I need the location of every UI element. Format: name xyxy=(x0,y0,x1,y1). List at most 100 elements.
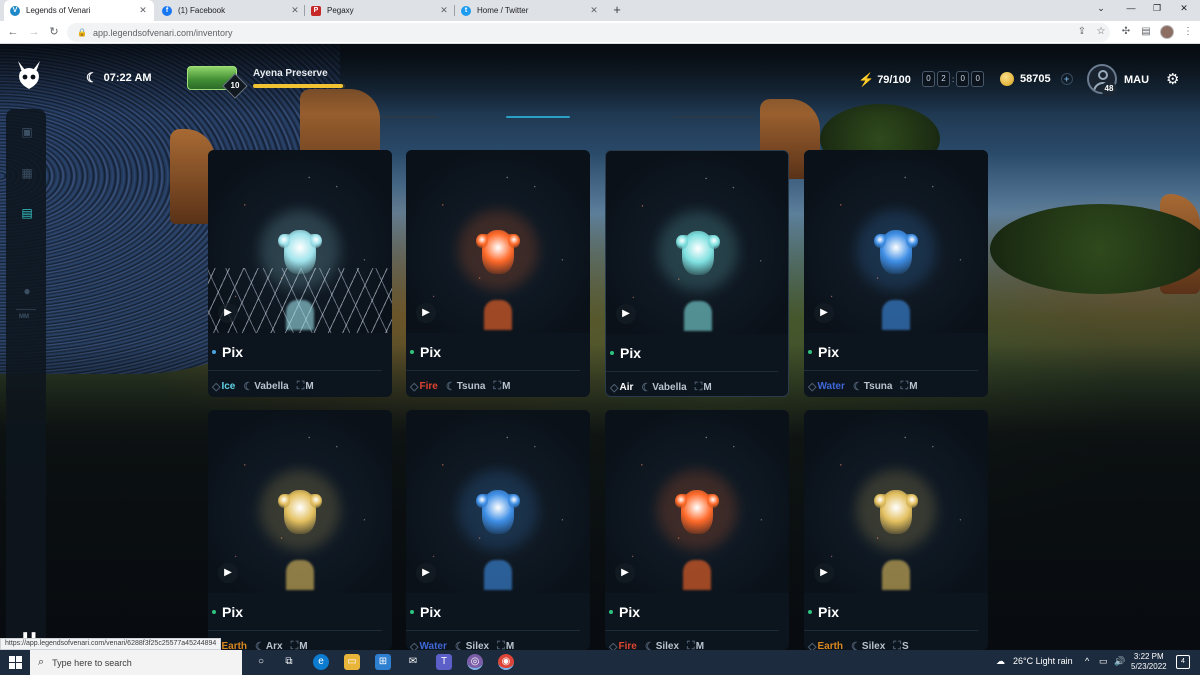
taskbar-clock[interactable]: 3:22 PM 5/23/2022 xyxy=(1131,652,1167,672)
chrome-icon[interactable]: ◉ xyxy=(498,654,514,670)
network-icon[interactable]: ▭ xyxy=(1099,656,1108,667)
card-attributes: ◇ Air ☾ Vabella ⛶ M xyxy=(606,372,788,396)
size-frame-icon: ⛶ xyxy=(893,639,901,651)
play-icon[interactable]: ▶ xyxy=(218,303,238,323)
minimize-icon[interactable]: — xyxy=(1124,3,1138,13)
status-dot xyxy=(610,350,614,355)
location-pin-icon[interactable]: ● xyxy=(20,284,34,298)
reload-icon[interactable]: ↻ xyxy=(47,25,61,39)
section-tab-indicator-active[interactable] xyxy=(506,116,570,118)
file-explorer-icon[interactable]: ▭ xyxy=(344,654,360,670)
extensions-puzzle-icon[interactable]: ✣ xyxy=(1120,26,1132,38)
tab-legends-of-venari[interactable]: V Legends of Venari ✕ xyxy=(4,0,154,21)
creature-card[interactable]: ▶ Pix ◇ Fire ☾ Silex ⛶ M xyxy=(605,410,789,650)
store-icon[interactable]: ⊞ xyxy=(375,654,391,670)
timer-digit: 0 xyxy=(922,71,935,87)
creature-reflection xyxy=(684,301,712,331)
creature-card[interactable]: ▶ Pix ◇ Water ☾ Tsuna ⛶ M xyxy=(804,150,988,397)
cortana-icon[interactable]: ○ xyxy=(253,654,269,670)
close-tab-icon[interactable]: ✕ xyxy=(290,5,300,16)
creature-card[interactable]: ▶ Pix ◇ Fire ☾ Tsuna ⛶ M xyxy=(406,150,590,397)
creature-preview[interactable]: ▶ xyxy=(804,410,988,593)
status-dot xyxy=(410,349,414,354)
close-window-icon[interactable]: ✕ xyxy=(1177,3,1191,14)
card-attributes: ◇ Fire ☾ Tsuna ⛶ M xyxy=(406,371,590,397)
play-icon[interactable]: ▶ xyxy=(416,563,436,583)
play-icon[interactable]: ▶ xyxy=(814,563,834,583)
forward-arrow-icon[interactable]: → xyxy=(27,25,41,39)
play-icon[interactable]: ▶ xyxy=(615,563,635,583)
username[interactable]: MAU xyxy=(1124,74,1149,86)
close-tab-icon[interactable]: ✕ xyxy=(439,5,449,16)
restore-icon[interactable]: ❐ xyxy=(1150,3,1164,14)
add-coins-button[interactable]: + xyxy=(1060,73,1073,85)
gear-icon[interactable]: ⚙ xyxy=(1166,70,1179,88)
tab-search-chevron-icon[interactable]: ⌄ xyxy=(1094,3,1108,14)
creature-card[interactable]: ▶ Pix ◇ Earth ☾ Silex ⛶ S xyxy=(804,410,988,650)
card-name-row: Pix xyxy=(605,593,779,631)
play-icon[interactable]: ▶ xyxy=(616,304,636,324)
size-frame-icon: ⛶ xyxy=(694,380,703,393)
crescent-icon: ☾ xyxy=(243,380,254,393)
size-label: M xyxy=(695,640,705,651)
teams-icon[interactable]: T xyxy=(436,654,452,670)
address-bar[interactable]: 🔒 app.legendsofvenari.com/inventory xyxy=(67,23,1110,42)
creature-card[interactable]: ▶ Pix ◇ Air ☾ Vabella ⛶ M xyxy=(605,150,789,397)
creature-preview[interactable]: ▶ xyxy=(606,151,788,334)
venari-favicon-icon: V xyxy=(10,5,20,16)
edge-icon[interactable]: e xyxy=(313,654,329,670)
element-label: Earth xyxy=(817,640,844,651)
timer-colon: : xyxy=(952,74,955,84)
gamepad-icon[interactable]: ▣ xyxy=(20,125,34,139)
back-arrow-icon[interactable]: ← xyxy=(6,25,20,39)
creature-preview[interactable]: ▶ xyxy=(406,410,590,593)
creature-preview[interactable]: ▶ xyxy=(804,150,988,333)
creature-card[interactable]: ▶ Pix ◇ Water ☾ Silex ⛶ M xyxy=(406,410,590,650)
tray-chevron-icon[interactable]: ^ xyxy=(1085,656,1089,666)
creature-preview[interactable]: ▶ xyxy=(208,150,392,333)
creature-reflection xyxy=(286,300,314,330)
element-diamond-icon: ◇ xyxy=(410,380,419,393)
section-tab-indicator[interactable] xyxy=(673,116,755,118)
bookmark-star-icon[interactable]: ☆ xyxy=(1095,26,1107,38)
volume-tray-icon[interactable]: 🔊 xyxy=(1114,656,1125,667)
notification-icon[interactable]: 4 xyxy=(1176,655,1190,669)
weather-text[interactable]: 26°C Light rain xyxy=(1013,656,1073,666)
region-attribute: ☾ Tsuna xyxy=(446,380,486,393)
play-icon[interactable]: ▶ xyxy=(218,563,238,583)
sidebar-panel-icon[interactable]: ▤ xyxy=(1140,26,1152,38)
creature-reflection xyxy=(882,300,910,330)
new-tab-icon[interactable]: + xyxy=(610,2,624,17)
creature-preview[interactable]: ▶ xyxy=(208,410,392,593)
taskbar-search-box[interactable]: ⌕ Type here to search xyxy=(30,650,242,675)
dashboard-grid-icon[interactable]: ▦ xyxy=(20,166,34,180)
close-tab-icon[interactable]: ✕ xyxy=(589,5,599,16)
creature-preview[interactable]: ▶ xyxy=(406,150,590,333)
windows-start-icon[interactable] xyxy=(9,656,22,669)
tab-twitter[interactable]: t Home / Twitter ✕ xyxy=(455,0,605,21)
marketplace-icon[interactable]: MM xyxy=(19,314,29,320)
creature-preview[interactable]: ▶ xyxy=(605,410,789,593)
card-attributes: ◇ Ice ☾ Vabella ⛶ M xyxy=(208,371,392,397)
creature-name: Pix xyxy=(222,603,244,620)
share-icon[interactable]: ⇪ xyxy=(1076,26,1088,38)
profile-avatar[interactable] xyxy=(1160,25,1174,39)
size-attribute: ⛶ M xyxy=(900,380,917,393)
task-view-icon[interactable]: ⧉ xyxy=(281,654,297,670)
inventory-icon[interactable]: ▤ xyxy=(20,206,34,220)
browser-toolbar: ← → ↻ 🔒 app.legendsofvenari.com/inventor… xyxy=(0,21,1200,44)
creature-card[interactable]: ▶ Pix ◇ Earth ☾ Arx ⛶ M xyxy=(208,410,392,650)
play-icon[interactable]: ▶ xyxy=(416,303,436,323)
mail-icon[interactable]: ✉ xyxy=(405,654,421,670)
tab-facebook[interactable]: f (1) Facebook ✕ xyxy=(156,0,306,21)
close-tab-icon[interactable]: ✕ xyxy=(138,5,148,16)
creature-card[interactable]: ▶ Pix ◇ Ice ☾ Vabella ⛶ M xyxy=(208,150,392,397)
venari-logo-icon[interactable] xyxy=(12,58,46,92)
section-tab-indicator[interactable] xyxy=(380,116,438,118)
energy-meter: ⚡ 79/100 xyxy=(858,72,911,88)
menu-kebab-icon[interactable]: ⋮ xyxy=(1182,26,1194,38)
app-icon[interactable]: ◎ xyxy=(467,654,483,670)
play-icon[interactable]: ▶ xyxy=(814,303,834,323)
browser-tab-strip: V Legends of Venari ✕ f (1) Facebook ✕ P… xyxy=(0,0,1200,21)
tab-pegaxy[interactable]: P Pegaxy ✕ xyxy=(305,0,455,21)
